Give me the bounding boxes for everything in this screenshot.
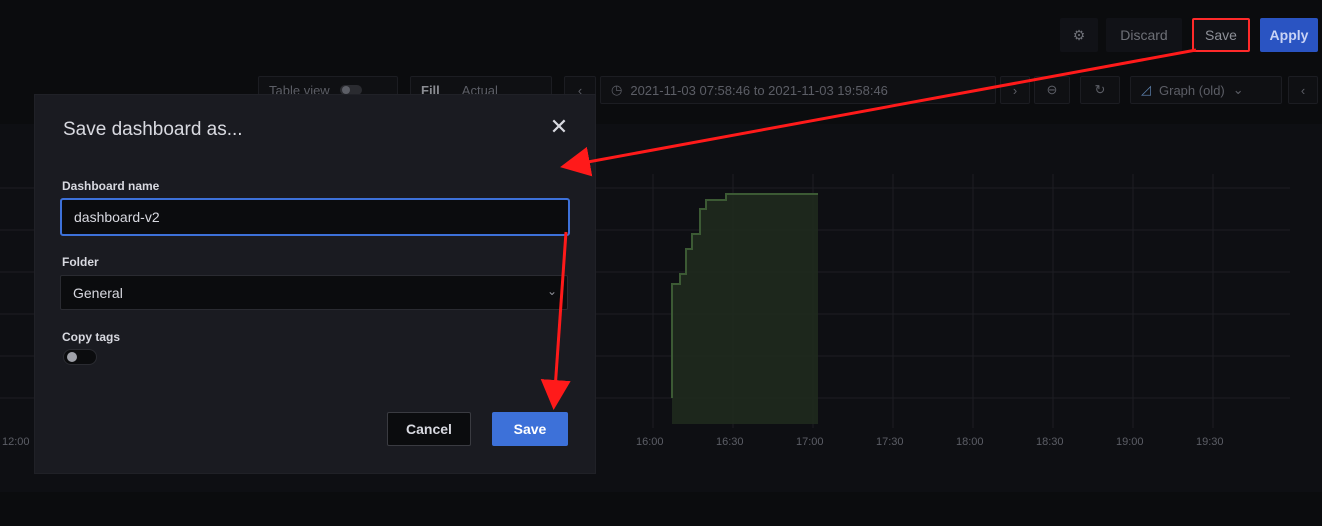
x-tick-label: 12:00 [2,436,30,448]
cancel-button[interactable]: Cancel [387,412,471,446]
chevron-down-icon: ⌄ [1232,82,1244,97]
close-icon[interactable]: ✕ [547,115,571,139]
clock-icon: ◷ [611,82,623,97]
discard-button[interactable]: Discard [1106,18,1182,52]
visualization-picker[interactable]: ◿ Graph (old) ⌄ [1130,76,1282,104]
zoom-out-icon: ⊖ [1046,82,1058,97]
dashboard-name-input[interactable] [60,198,570,236]
chevron-right-icon: › [1012,82,1018,98]
x-tick-label: 19:00 [1116,436,1144,448]
series-area [672,194,818,424]
settings-button[interactable]: ⚙ [1060,18,1098,52]
save-top-button[interactable]: Save [1192,18,1250,52]
graph-icon: ◿ [1141,82,1151,97]
switch-knob [67,352,77,362]
save-dashboard-modal: Save dashboard as... ✕ Dashboard name Fo… [34,94,596,474]
folder-value: General [73,284,123,301]
visualization-label: Graph (old) [1159,82,1225,98]
folder-label: Folder [62,255,99,269]
x-tick-label: 16:30 [716,436,744,448]
folder-select[interactable]: General ⌄ [60,275,568,310]
collapse-options-button[interactable]: ‹ [1288,76,1318,104]
time-forward-button[interactable]: › [1000,76,1030,104]
x-tick-label: 17:30 [876,436,904,448]
refresh-icon: ↻ [1094,82,1106,97]
top-header: ⚙ Discard Save Apply [0,0,1322,70]
refresh-button[interactable]: ↻ [1080,76,1120,104]
x-tick-label: 17:00 [796,436,824,448]
copy-tags-label: Copy tags [62,330,121,344]
time-range-picker[interactable]: ◷ 2021-11-03 07:58:46 to 2021-11-03 19:5… [600,76,996,104]
modal-title: Save dashboard as... [63,119,243,140]
x-tick-label: 19:30 [1196,436,1224,448]
time-range-label: 2021-11-03 07:58:46 to 2021-11-03 19:58:… [630,82,888,98]
zoom-out-button[interactable]: ⊖ [1034,76,1070,104]
x-tick-label: 18:30 [1036,436,1064,448]
apply-button[interactable]: Apply [1260,18,1318,52]
x-tick-label: 16:00 [636,436,664,448]
save-button[interactable]: Save [492,412,568,446]
x-tick-label: 18:00 [956,436,984,448]
gear-icon: ⚙ [1072,26,1086,43]
copy-tags-switch[interactable] [63,349,97,365]
chevron-left-icon: ‹ [1300,82,1306,98]
dashboard-name-label: Dashboard name [62,179,160,193]
chevron-down-icon: ⌄ [546,284,557,298]
